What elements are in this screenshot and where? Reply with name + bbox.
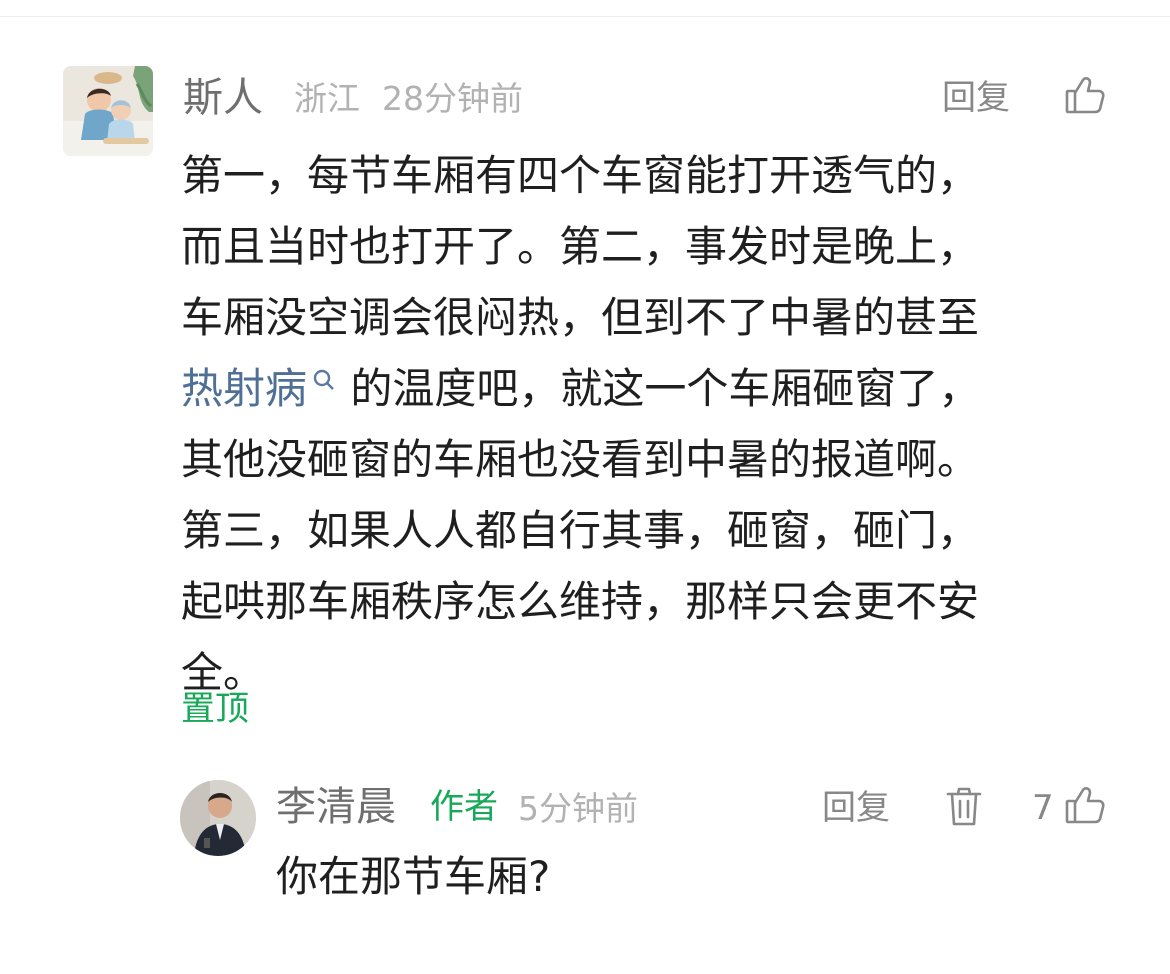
author-avatar[interactable] (180, 780, 256, 856)
comment-line: 起哄那车厢秩序怎么维持，那样只会更不安 (181, 577, 980, 626)
trash-icon[interactable] (945, 786, 983, 828)
comment-body: 第一，每节车厢有四个车窗能打开透气的， 而且当时也打开了。第二，事发时是晚上， … (181, 140, 1101, 708)
like-count: 7 (1032, 788, 1054, 828)
thumbs-up-icon[interactable] (1064, 784, 1106, 826)
pin-to-top-button[interactable]: 置顶 (181, 692, 249, 726)
thumbs-up-icon[interactable] (1064, 74, 1106, 116)
comment-line: 其他没砸窗的车厢也没看到中暑的报道啊。 (181, 435, 980, 484)
commenter-location: 浙江 (294, 79, 360, 118)
commenter-avatar[interactable] (63, 66, 153, 156)
top-divider (0, 16, 1170, 17)
author-name[interactable]: 李清晨 (276, 787, 396, 827)
comment-line: 车厢没空调会很闷热，但到不了中暑的甚至 (181, 293, 980, 342)
reply-reply-button[interactable]: 回复 (822, 791, 890, 825)
comment-line: 热射病 的温度吧，就这一个车厢砸窗了， (181, 353, 1101, 424)
comment-line-text: 的温度吧，就这一个车厢砸窗了， (350, 364, 981, 413)
comment-line: 而且当时也打开了。第二，事发时是晚上， (181, 222, 980, 271)
author-badge: 作者 (430, 787, 498, 827)
comment-reply-button[interactable]: 回复 (942, 81, 1010, 115)
keyword-link[interactable]: 热射病 (181, 364, 307, 413)
comment-line: 第三，如果人人都自行其事，砸窗，砸门， (181, 506, 980, 555)
search-icon[interactable] (311, 347, 337, 418)
reply-timestamp: 5分钟前 (518, 789, 638, 828)
comment-line: 第一，每节车厢有四个车窗能打开透气的， (181, 151, 980, 200)
commenter-name[interactable]: 斯人 (183, 78, 263, 118)
comment-line: 全。 (181, 648, 266, 697)
reply-body: 你在那节车厢? (276, 852, 551, 901)
comment-timestamp: 28分钟前 (382, 79, 523, 118)
